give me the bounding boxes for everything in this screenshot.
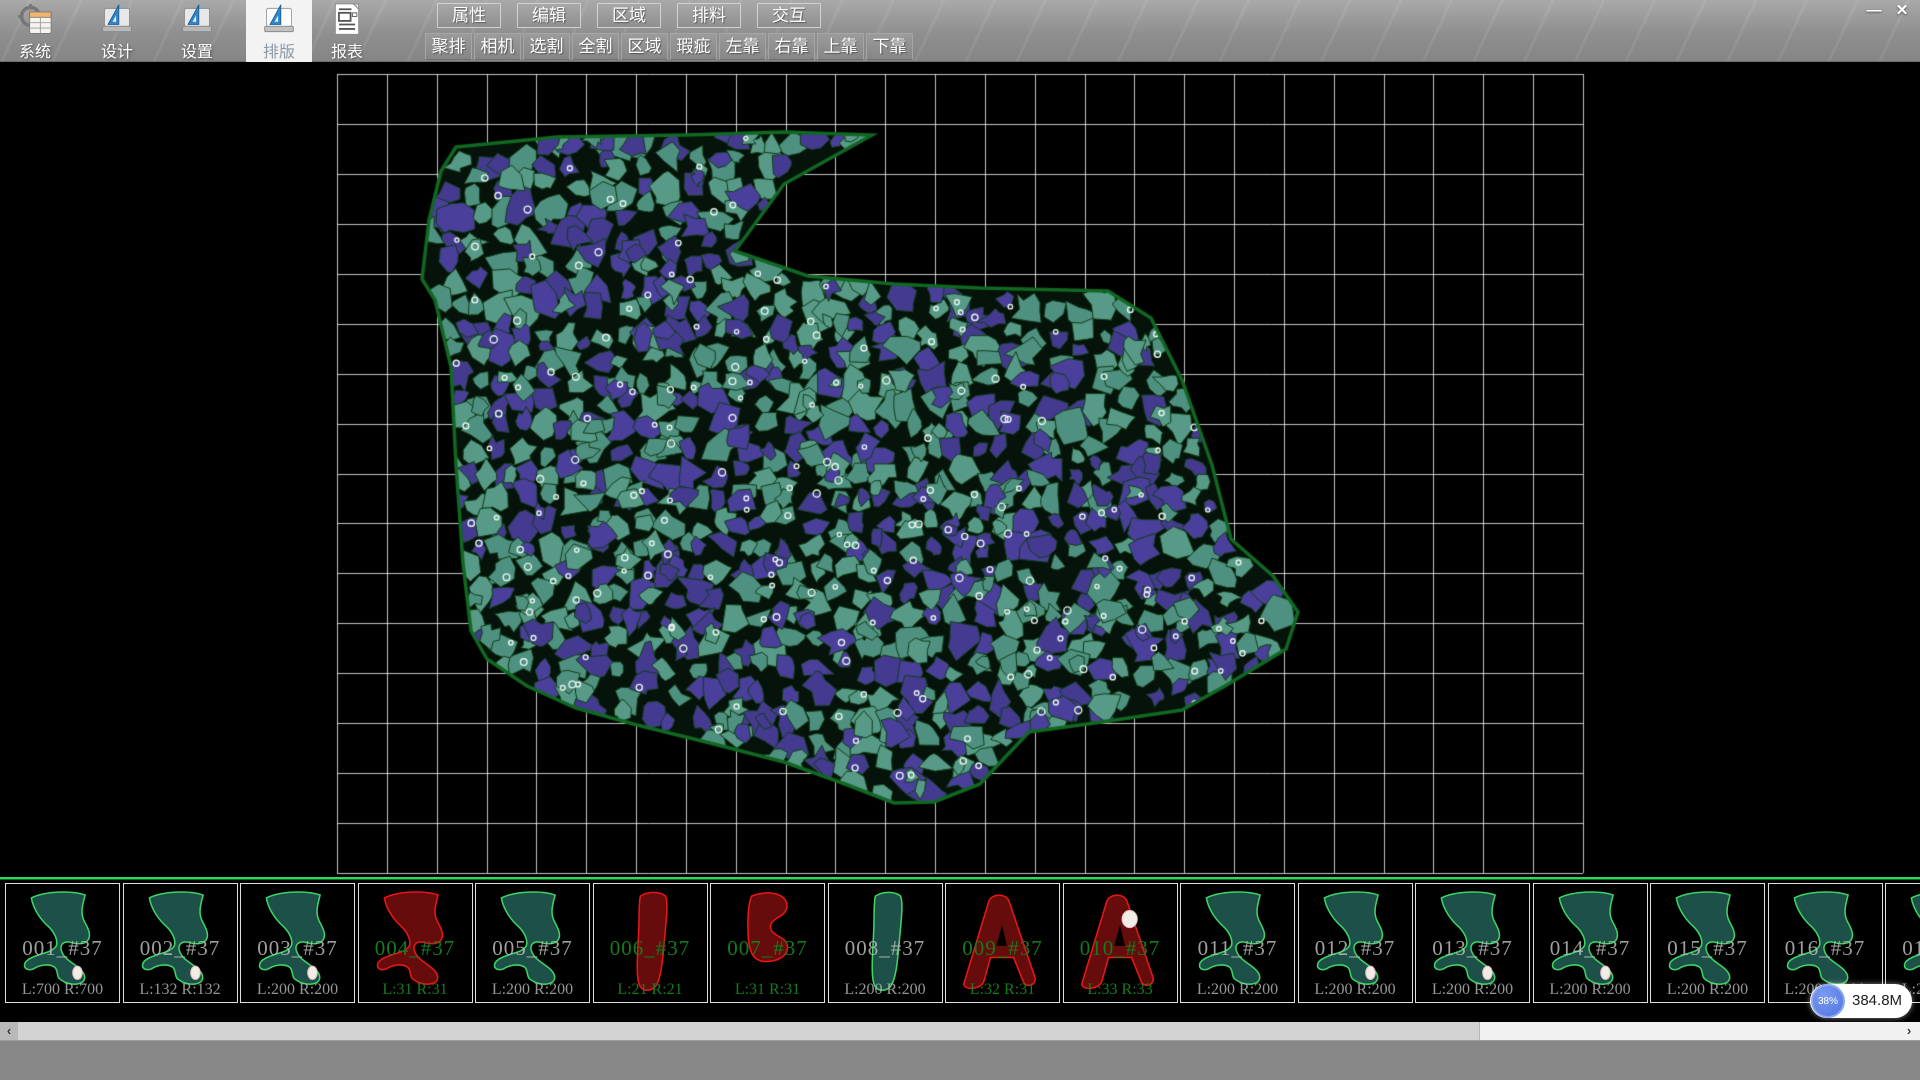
thumbnail-cell[interactable]: 013_#37 L:200 R:200 <box>1415 883 1530 1003</box>
piece-thumbnail <box>1074 886 1170 1002</box>
piece-thumbnail <box>721 886 817 1002</box>
thumbnail-cell[interactable]: 007_#37 L:31 R:31 <box>710 883 825 1003</box>
strip-bottom-gap <box>0 1005 1920 1022</box>
horizontal-scrollbar[interactable]: ‹ › <box>0 1022 1920 1040</box>
toolbar-button-design[interactable]: 设计 <box>85 0 149 62</box>
memory-usage-value: 384.8M <box>1852 984 1902 1018</box>
toolbar-button-system[interactable]: 系统 <box>3 0 67 62</box>
tool-select-cut[interactable]: 选割 <box>523 33 570 60</box>
thumbnail-cell[interactable]: 011_#37 L:200 R:200 <box>1180 883 1295 1003</box>
workspace <box>0 62 1920 878</box>
tool-cut-all[interactable]: 全割 <box>572 33 619 60</box>
menu-row-2: 聚排 相机 选割 全割 区域 瑕疵 左靠 右靠 上靠 下靠 <box>425 33 913 60</box>
system-gear-icon <box>15 3 55 37</box>
report-doc-icon <box>327 3 367 37</box>
memory-status-badge: 38% 384.8M <box>1810 984 1912 1018</box>
toolbar-button-settings[interactable]: 设置 <box>165 0 229 62</box>
thumbnail-cell[interactable]: 002_#37 L:132 R:132 <box>123 883 238 1003</box>
piece-thumbnail <box>134 886 230 1002</box>
minimize-button[interactable]: — <box>1860 0 1888 22</box>
memory-percent-indicator: 38% <box>1811 984 1845 1018</box>
window-controls: — ✕ <box>1860 0 1916 22</box>
piece-thumbnail-strip: 001_#37 L:700 R:700 002_#37 L:132 R:132 … <box>0 881 1920 1005</box>
nesting-canvas[interactable] <box>0 62 1920 878</box>
piece-thumbnail <box>604 886 700 1002</box>
menu-edit[interactable]: 编辑 <box>517 3 581 28</box>
toolbar-button-nesting[interactable]: 排版 <box>246 0 312 62</box>
menu-region[interactable]: 区域 <box>597 3 661 28</box>
toolbar-label-design: 设计 <box>101 38 133 62</box>
thumbnail-cell[interactable]: 008_#37 L:200 R:200 <box>828 883 943 1003</box>
thumbnail-cell[interactable]: 012_#37 L:200 R:200 <box>1298 883 1413 1003</box>
toolbar-label-report: 报表 <box>331 38 363 62</box>
toolbar-label-settings: 设置 <box>181 38 213 62</box>
scrollbar-thumb[interactable] <box>18 1022 1480 1040</box>
tool-align-bottom[interactable]: 下靠 <box>866 33 913 60</box>
piece-thumbnail <box>1661 886 1757 1002</box>
toolbar-button-report[interactable]: 报表 <box>315 0 379 62</box>
piece-thumbnail <box>839 886 935 1002</box>
menu-row-1: 属性 编辑 区域 排料 交互 <box>437 3 821 28</box>
tool-align-top[interactable]: 上靠 <box>817 33 864 60</box>
design-ruler-icon <box>97 3 137 37</box>
close-button[interactable]: ✕ <box>1888 0 1916 22</box>
tool-align-left[interactable]: 左靠 <box>719 33 766 60</box>
piece-thumbnail <box>1544 886 1640 1002</box>
thumbnail-cell[interactable]: 006_#37 L:21 R:21 <box>593 883 708 1003</box>
menu-attributes[interactable]: 属性 <box>437 3 501 28</box>
tool-camera[interactable]: 相机 <box>474 33 521 60</box>
thumbnail-cell[interactable]: 004_#37 L:31 R:31 <box>358 883 473 1003</box>
piece-thumbnail <box>251 886 347 1002</box>
thumbnail-cell[interactable]: 010_#37 L:33 R:33 <box>1063 883 1178 1003</box>
toolbar-label-nesting: 排版 <box>263 38 295 62</box>
thumbnail-cell[interactable]: 005_#37 L:200 R:200 <box>475 883 590 1003</box>
toolbar-label-system: 系统 <box>19 38 51 62</box>
tool-defect[interactable]: 瑕疵 <box>670 33 717 60</box>
piece-thumbnail <box>956 886 1052 1002</box>
menu-nesting[interactable]: 排料 <box>677 3 741 28</box>
scroll-left-arrow-icon[interactable]: ‹ <box>0 1022 18 1040</box>
thumbnail-cell[interactable]: 014_#37 L:200 R:200 <box>1533 883 1648 1003</box>
piece-thumbnail <box>486 886 582 1002</box>
nesting-ruler-icon <box>259 3 299 37</box>
piece-thumbnail <box>1426 886 1522 1002</box>
strip-separator-line <box>0 877 1920 880</box>
settings-ruler-icon <box>177 3 217 37</box>
piece-thumbnail <box>369 886 465 1002</box>
piece-thumbnail <box>1191 886 1287 1002</box>
application-window: 系统 设计 设置 <box>0 0 1920 1080</box>
menu-interaction[interactable]: 交互 <box>757 3 821 28</box>
thumbnail-cell[interactable]: 015_#37 L:200 R:200 <box>1650 883 1765 1003</box>
scroll-right-arrow-icon[interactable]: › <box>1900 1022 1918 1040</box>
thumbnail-cell[interactable]: 001_#37 L:700 R:700 <box>5 883 120 1003</box>
status-bar <box>0 1040 1920 1080</box>
tool-align-right[interactable]: 右靠 <box>768 33 815 60</box>
thumbnail-cell[interactable]: 009_#37 L:32 R:31 <box>945 883 1060 1003</box>
piece-thumbnail <box>16 886 112 1002</box>
thumbnail-cell[interactable]: 003_#37 L:200 R:200 <box>240 883 355 1003</box>
main-toolbar: 系统 设计 设置 <box>0 0 1920 62</box>
tool-cluster-nest[interactable]: 聚排 <box>425 33 472 60</box>
tool-region[interactable]: 区域 <box>621 33 668 60</box>
piece-thumbnail <box>1309 886 1405 1002</box>
